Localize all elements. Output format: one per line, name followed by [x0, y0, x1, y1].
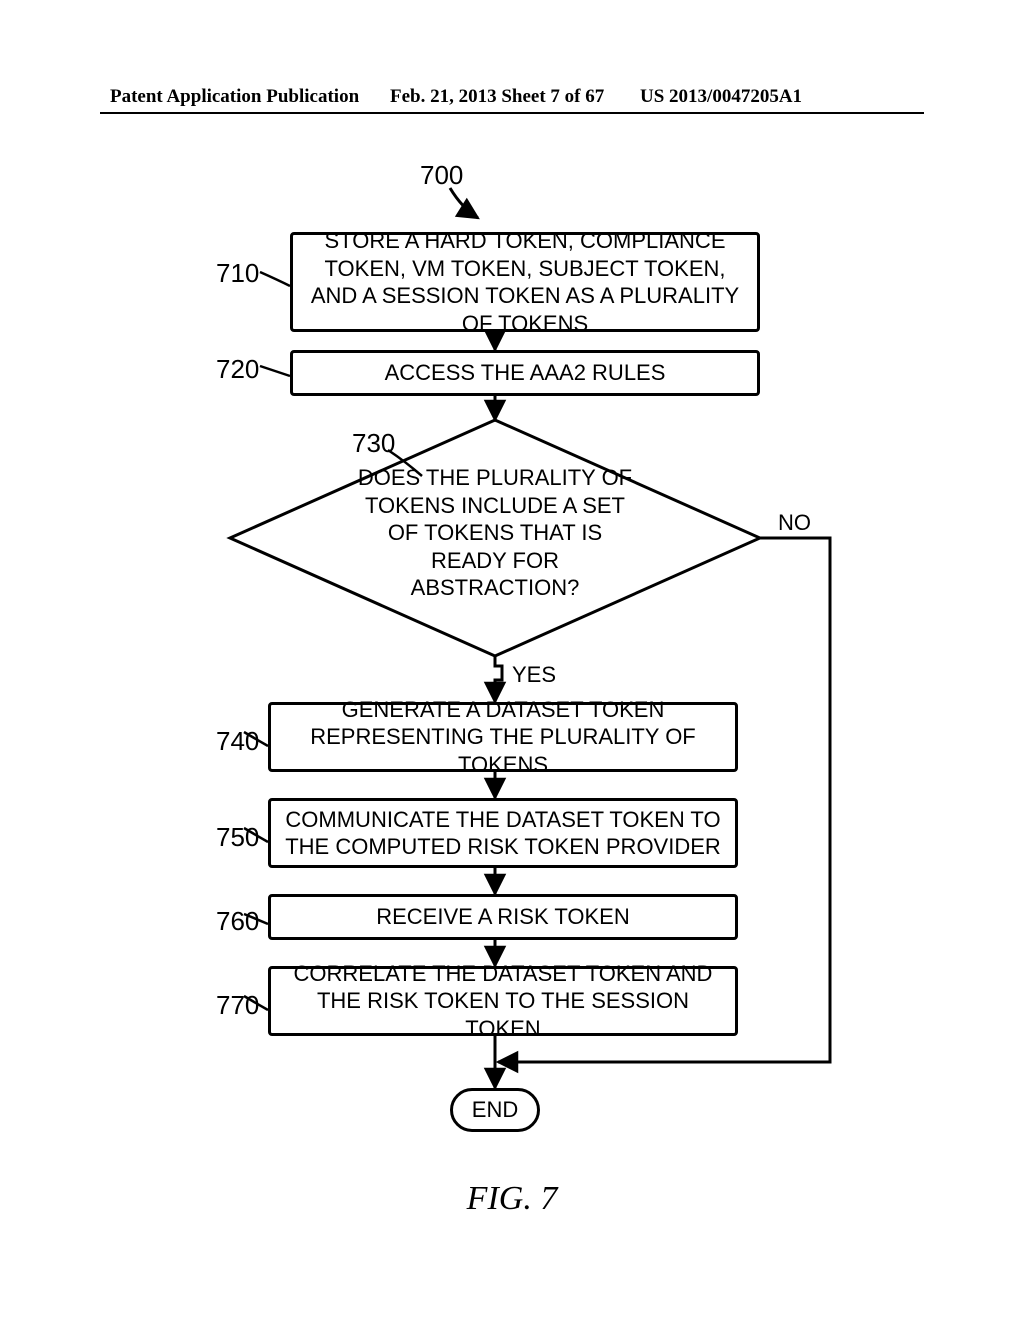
- page: Patent Application Publication Feb. 21, …: [0, 0, 1024, 1320]
- ref-730: 730: [352, 428, 395, 459]
- ref-770: 770: [216, 990, 259, 1021]
- step-760: RECEIVE A RISK TOKEN: [268, 894, 738, 940]
- figure-number: 700: [420, 160, 463, 191]
- ref-750: 750: [216, 822, 259, 853]
- step-740: GENERATE A DATASET TOKEN REPRESENTING TH…: [268, 702, 738, 772]
- header-left: Patent Application Publication: [110, 86, 359, 108]
- end-terminator: END: [450, 1088, 540, 1132]
- branch-yes: YES: [512, 662, 556, 688]
- ref-710: 710: [216, 258, 259, 289]
- header-rule: [100, 112, 924, 114]
- step-710: STORE A HARD TOKEN, COMPLIANCE TOKEN, VM…: [290, 232, 760, 332]
- step-750: COMMUNICATE THE DATASET TOKEN TO THE COM…: [268, 798, 738, 868]
- step-770: CORRELATE THE DATASET TOKEN AND THE RISK…: [268, 966, 738, 1036]
- ref-740: 740: [216, 726, 259, 757]
- step-720: ACCESS THE AAA2 RULES: [290, 350, 760, 396]
- header-right: US 2013/0047205A1: [640, 86, 802, 108]
- ref-720: 720: [216, 354, 259, 385]
- header-mid: Feb. 21, 2013 Sheet 7 of 67: [390, 86, 604, 108]
- branch-no: NO: [778, 510, 811, 536]
- figure-caption: FIG. 7: [0, 1180, 1024, 1218]
- ref-760: 760: [216, 906, 259, 937]
- step-730: DOES THE PLURALITY OF TOKENS INCLUDE A S…: [350, 464, 640, 602]
- flowchart: 700: [0, 150, 1024, 1190]
